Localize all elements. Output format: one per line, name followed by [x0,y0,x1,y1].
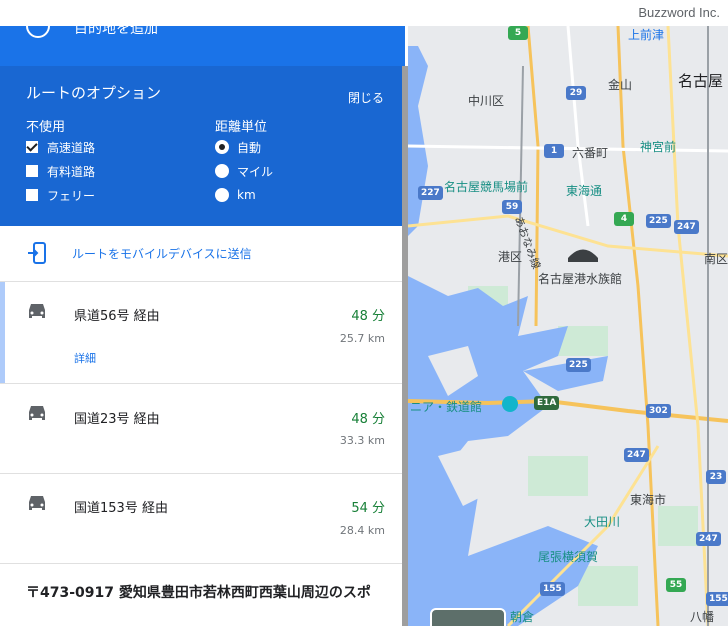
miles-radio[interactable] [215,164,229,178]
route-shield: 23 [706,470,726,484]
watermark: Buzzword Inc. [0,0,728,26]
map-label-asakura[interactable]: 朝倉 [510,608,534,625]
route-shield: 225 [646,214,671,228]
map-label-tokai[interactable]: 東海市 [630,491,666,508]
avoid-ferries-option[interactable]: フェリー [26,186,95,204]
miles-label: マイル [237,164,274,179]
unit-auto-option[interactable]: 自動 [215,138,261,156]
route-time: 54 分 [351,501,385,516]
route-shield: 59 [502,200,522,214]
route-via: 国道153号 経由 [74,501,168,516]
map-label-kanayama[interactable]: 金山 [608,76,632,93]
avoid-highways-option[interactable]: 高速道路 [26,138,95,156]
map-label-rokubancho[interactable]: 六番町 [572,144,608,161]
car-icon [29,496,45,510]
highways-checkbox[interactable] [26,141,38,153]
map-label-owari[interactable]: 尾張横須賀 [538,548,598,565]
map-label-nagoya[interactable]: 名古屋 [678,70,723,91]
unit-km-option[interactable]: km [215,186,256,204]
map-label-keibajo[interactable]: 名古屋競馬場前 [444,178,528,195]
auto-label: 自動 [237,140,262,155]
map-label-aquarium[interactable]: 名古屋港水族館 [538,270,622,287]
auto-radio[interactable] [215,140,229,154]
units-heading: 距離単位 [215,120,268,135]
car-icon [29,304,45,318]
send-to-mobile-button[interactable]: ルートをモバイルデバイスに送信 [0,226,405,282]
avoid-heading: 不使用 [26,120,66,135]
ferries-label: フェリー [47,188,96,203]
route-shield: 225 [566,358,591,372]
highways-label: 高速道路 [47,140,96,155]
route-shield: 247 [696,532,721,546]
route-option-2[interactable]: 国道23号 経由 48 分 33.3 km [0,384,405,474]
route-shield: 4 [614,212,634,226]
map-view[interactable]: 上前津 金山 名古屋 中川区 六番町 神宮前 名古屋競馬場前 東海通 あおなみ線… [408,26,728,626]
route-option-3[interactable]: 国道153号 経由 54 分 28.4 km [0,474,405,564]
route-options: ルートのオプション 閉じる 不使用 距離単位 高速道路 有料道路 フェリー 自動… [0,66,405,226]
route-option-1[interactable]: 県道56号 経由 48 分 25.7 km 詳細 [0,282,405,384]
route-details-link[interactable]: 詳細 [74,350,96,366]
map-label-railway-museum[interactable]: ニア・鉄道館 [410,398,482,415]
route-distance: 28.4 km [339,524,385,537]
route-time: 48 分 [351,309,385,324]
destination-address: 〒473-0917 愛知県豊田市若林西町西葉山周辺のスポ [26,585,371,601]
tolls-label: 有料道路 [47,164,96,179]
route-shield: 29 [566,86,586,100]
car-icon [29,406,45,420]
map-label-jingumae[interactable]: 神宮前 [640,138,676,155]
route-shield: 155 [706,592,728,606]
route-shield: 247 [624,448,649,462]
watermark-text: Buzzword Inc. [638,5,720,20]
map-label-minami[interactable]: 南区 [704,250,728,267]
km-radio[interactable] [215,188,229,202]
map-label-otagawa[interactable]: 大田川 [584,513,620,530]
map-label-tokaidori[interactable]: 東海通 [566,182,602,199]
map-label-nakagawa[interactable]: 中川区 [468,92,504,109]
tolls-checkbox[interactable] [26,165,38,177]
map-canvas [408,26,728,626]
route-distance: 33.3 km [339,434,385,447]
route-time: 48 分 [351,412,385,427]
route-via: 国道23号 経由 [74,412,160,427]
directions-panel: 目的地を追加 ルートのオプション 閉じる 不使用 距離単位 高速道路 有料道路 … [0,26,405,626]
route-shield: 1 [544,144,564,158]
route-shield: 155 [540,582,565,596]
send-to-mobile-label: ルートをモバイルデバイスに送信 [72,247,252,261]
route-shield: 302 [646,404,671,418]
avoid-tolls-option[interactable]: 有料道路 [26,162,95,180]
route-shield: 5 [508,26,528,40]
unit-miles-option[interactable]: マイル [215,162,273,180]
satellite-layer-thumbnail[interactable] [430,608,506,626]
route-shield: 247 [674,220,699,234]
panel-scrollbar[interactable] [402,66,408,626]
map-label-minato[interactable]: 港区 [498,248,522,265]
add-destination-label: 目的地を追加 [74,26,158,37]
route-shield: 55 [666,578,686,592]
ferries-checkbox[interactable] [26,189,38,201]
map-label-yawata[interactable]: 八幡 [690,608,714,625]
map-label-kamimaezu[interactable]: 上前津 [628,26,664,43]
route-distance: 25.7 km [339,332,385,345]
close-options-button[interactable]: 閉じる [348,89,384,106]
add-circle-icon [26,26,50,38]
add-destination-button[interactable]: 目的地を追加 [0,26,405,66]
route-via: 県道56号 経由 [74,309,160,324]
route-shield: E1A [534,396,560,410]
km-label: km [237,188,256,202]
route-shield: 227 [418,186,443,200]
send-to-device-icon [28,242,46,264]
route-options-title: ルートのオプション [26,84,162,102]
